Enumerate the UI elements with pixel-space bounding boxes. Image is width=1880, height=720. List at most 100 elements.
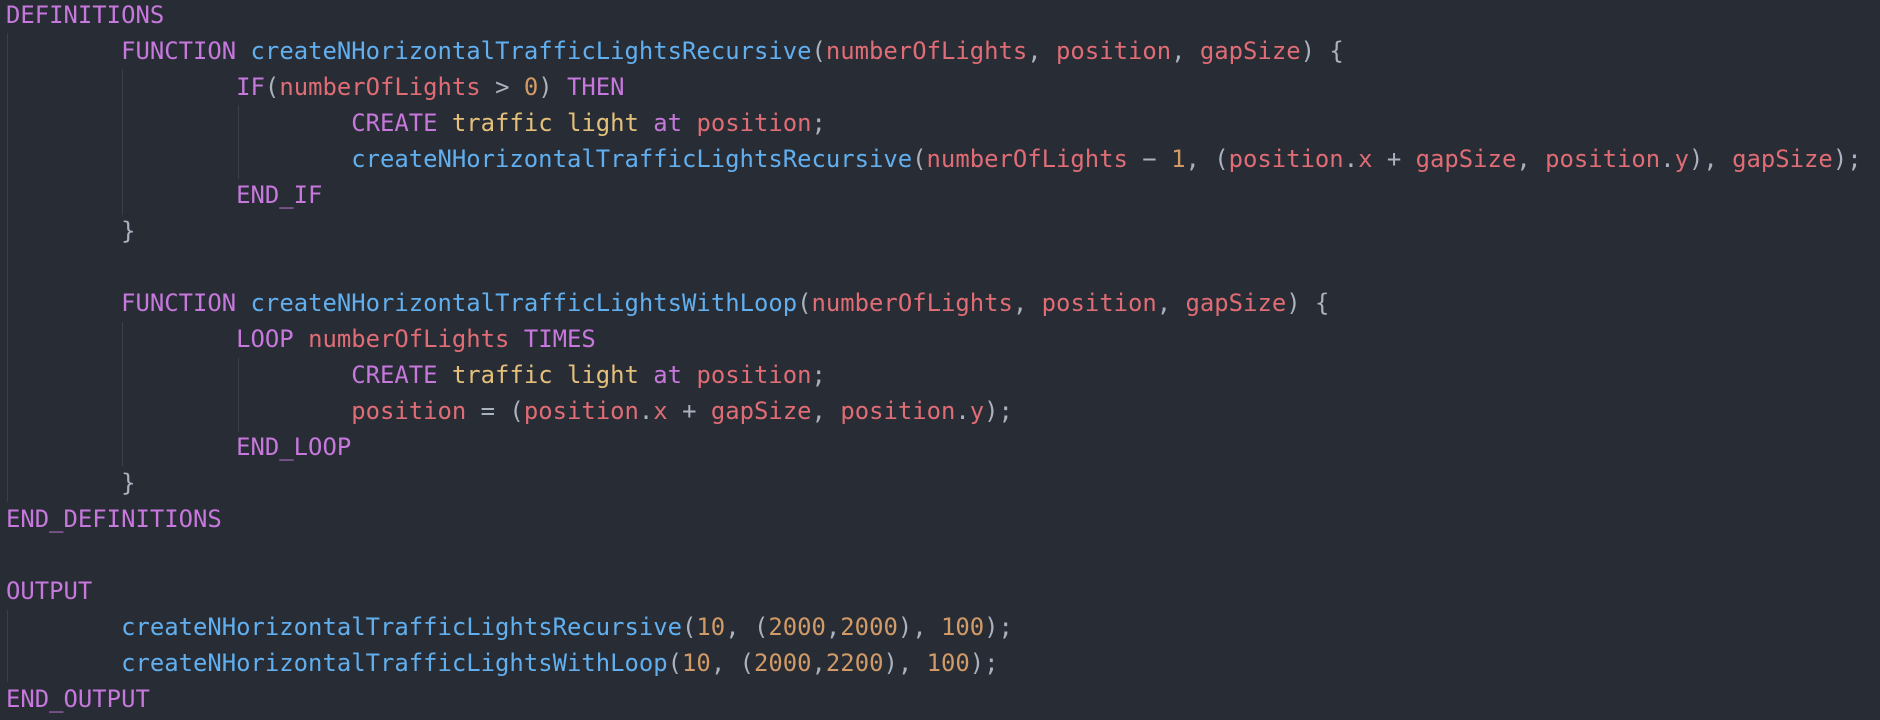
code-token: createNHorizontalTrafficLightsRecursive <box>351 145 913 173</box>
code-token: , <box>811 649 826 677</box>
code-token: ( <box>682 613 697 641</box>
code-token: gapSize <box>710 397 812 425</box>
code-line: FUNCTION createNHorizontalTrafficLightsW… <box>6 285 1329 321</box>
code-token: , ( <box>710 649 754 677</box>
code-token: ; <box>811 109 826 137</box>
code-token: ), <box>897 613 941 641</box>
code-line: END_IF <box>6 177 322 213</box>
code-token: position <box>1228 145 1344 173</box>
code-token: numberOfLights <box>825 37 1028 65</box>
code-token: OUTPUT <box>6 577 93 605</box>
code-token: ); <box>1832 145 1862 173</box>
code-token: , <box>1171 37 1200 65</box>
code-token: createNHorizontalTrafficLightsRecursive <box>121 613 683 641</box>
code-token: ( <box>797 289 812 317</box>
code-token: x <box>1358 145 1373 173</box>
code-token: ) { <box>1300 37 1344 65</box>
code-token: , ( <box>1185 145 1229 173</box>
code-token: 2000 <box>753 649 812 677</box>
code-token: createNHorizontalTrafficLightsWithLoop <box>250 289 798 317</box>
code-token: gapSize <box>1185 289 1287 317</box>
code-token: , <box>1012 289 1042 317</box>
code-token: numberOfLights <box>811 289 1013 317</box>
code-token: ( <box>912 145 927 173</box>
code-token: gapSize <box>1732 145 1833 173</box>
code-token: ; <box>811 361 826 389</box>
code-token: position <box>696 109 812 137</box>
code-token: , ( <box>725 613 769 641</box>
code-line: OUTPUT <box>6 573 92 609</box>
code-token: ( <box>667 649 683 677</box>
code-token: FUNCTION <box>121 37 237 65</box>
code-token: createNHorizontalTrafficLightsRecursive <box>250 37 812 65</box>
code-line: LOOP numberOfLights TIMES <box>6 321 596 357</box>
code-token: } <box>121 217 136 245</box>
code-token: ); <box>984 397 1013 425</box>
code-token: , <box>1156 289 1186 317</box>
code-token: traffic <box>451 109 553 137</box>
code-token: createNHorizontalTrafficLightsWithLoop <box>121 649 668 677</box>
code-line: CREATE traffic light at position; <box>6 357 826 393</box>
code-token: ); <box>969 649 999 677</box>
code-token: LOOP <box>236 325 294 353</box>
code-token: at <box>653 361 683 389</box>
code-token: x <box>653 397 668 425</box>
code-token: } <box>121 469 136 497</box>
code-token: , <box>811 397 841 425</box>
code-token: END_DEFINITIONS <box>6 505 222 533</box>
code-token: . <box>955 397 970 425</box>
code-token: light <box>566 109 639 137</box>
code-token: IF <box>236 73 265 101</box>
code-token: ( <box>811 37 826 65</box>
code-token: ), <box>883 649 927 677</box>
code-token: , <box>1027 37 1057 65</box>
code-token: + <box>1372 145 1416 173</box>
code-token: numberOfLights <box>926 145 1128 173</box>
code-token: numberOfLights <box>279 73 481 101</box>
code-line: END_DEFINITIONS <box>6 501 222 537</box>
code-token: 2000 <box>768 613 826 641</box>
code-token: position <box>1545 145 1661 173</box>
code-token: . <box>638 397 654 425</box>
code-token: ) { <box>1286 289 1330 317</box>
code-line: DEFINITIONS <box>6 0 164 33</box>
code-token: , <box>1516 145 1546 173</box>
code-line: END_LOOP <box>6 429 351 465</box>
code-token: 10 <box>682 649 711 677</box>
code-line: } <box>6 213 135 249</box>
code-line: createNHorizontalTrafficLightsWithLoop(1… <box>6 645 999 681</box>
code-token: + <box>667 397 711 425</box>
code-token: ); <box>984 613 1013 641</box>
code-token: 0 <box>523 73 539 101</box>
code-token: position <box>351 397 467 425</box>
code-token: > <box>480 73 524 101</box>
code-token: ( <box>264 73 280 101</box>
code-token: 10 <box>696 613 726 641</box>
code-token: gapSize <box>1199 37 1301 65</box>
code-token: at <box>653 109 683 137</box>
code-token: . <box>1343 145 1359 173</box>
code-line: createNHorizontalTrafficLightsRecursive(… <box>6 141 1862 177</box>
code-line: FUNCTION createNHorizontalTrafficLightsR… <box>6 33 1344 69</box>
code-editor[interactable]: DEFINITIONS FUNCTION createNHorizontalTr… <box>0 0 1880 720</box>
